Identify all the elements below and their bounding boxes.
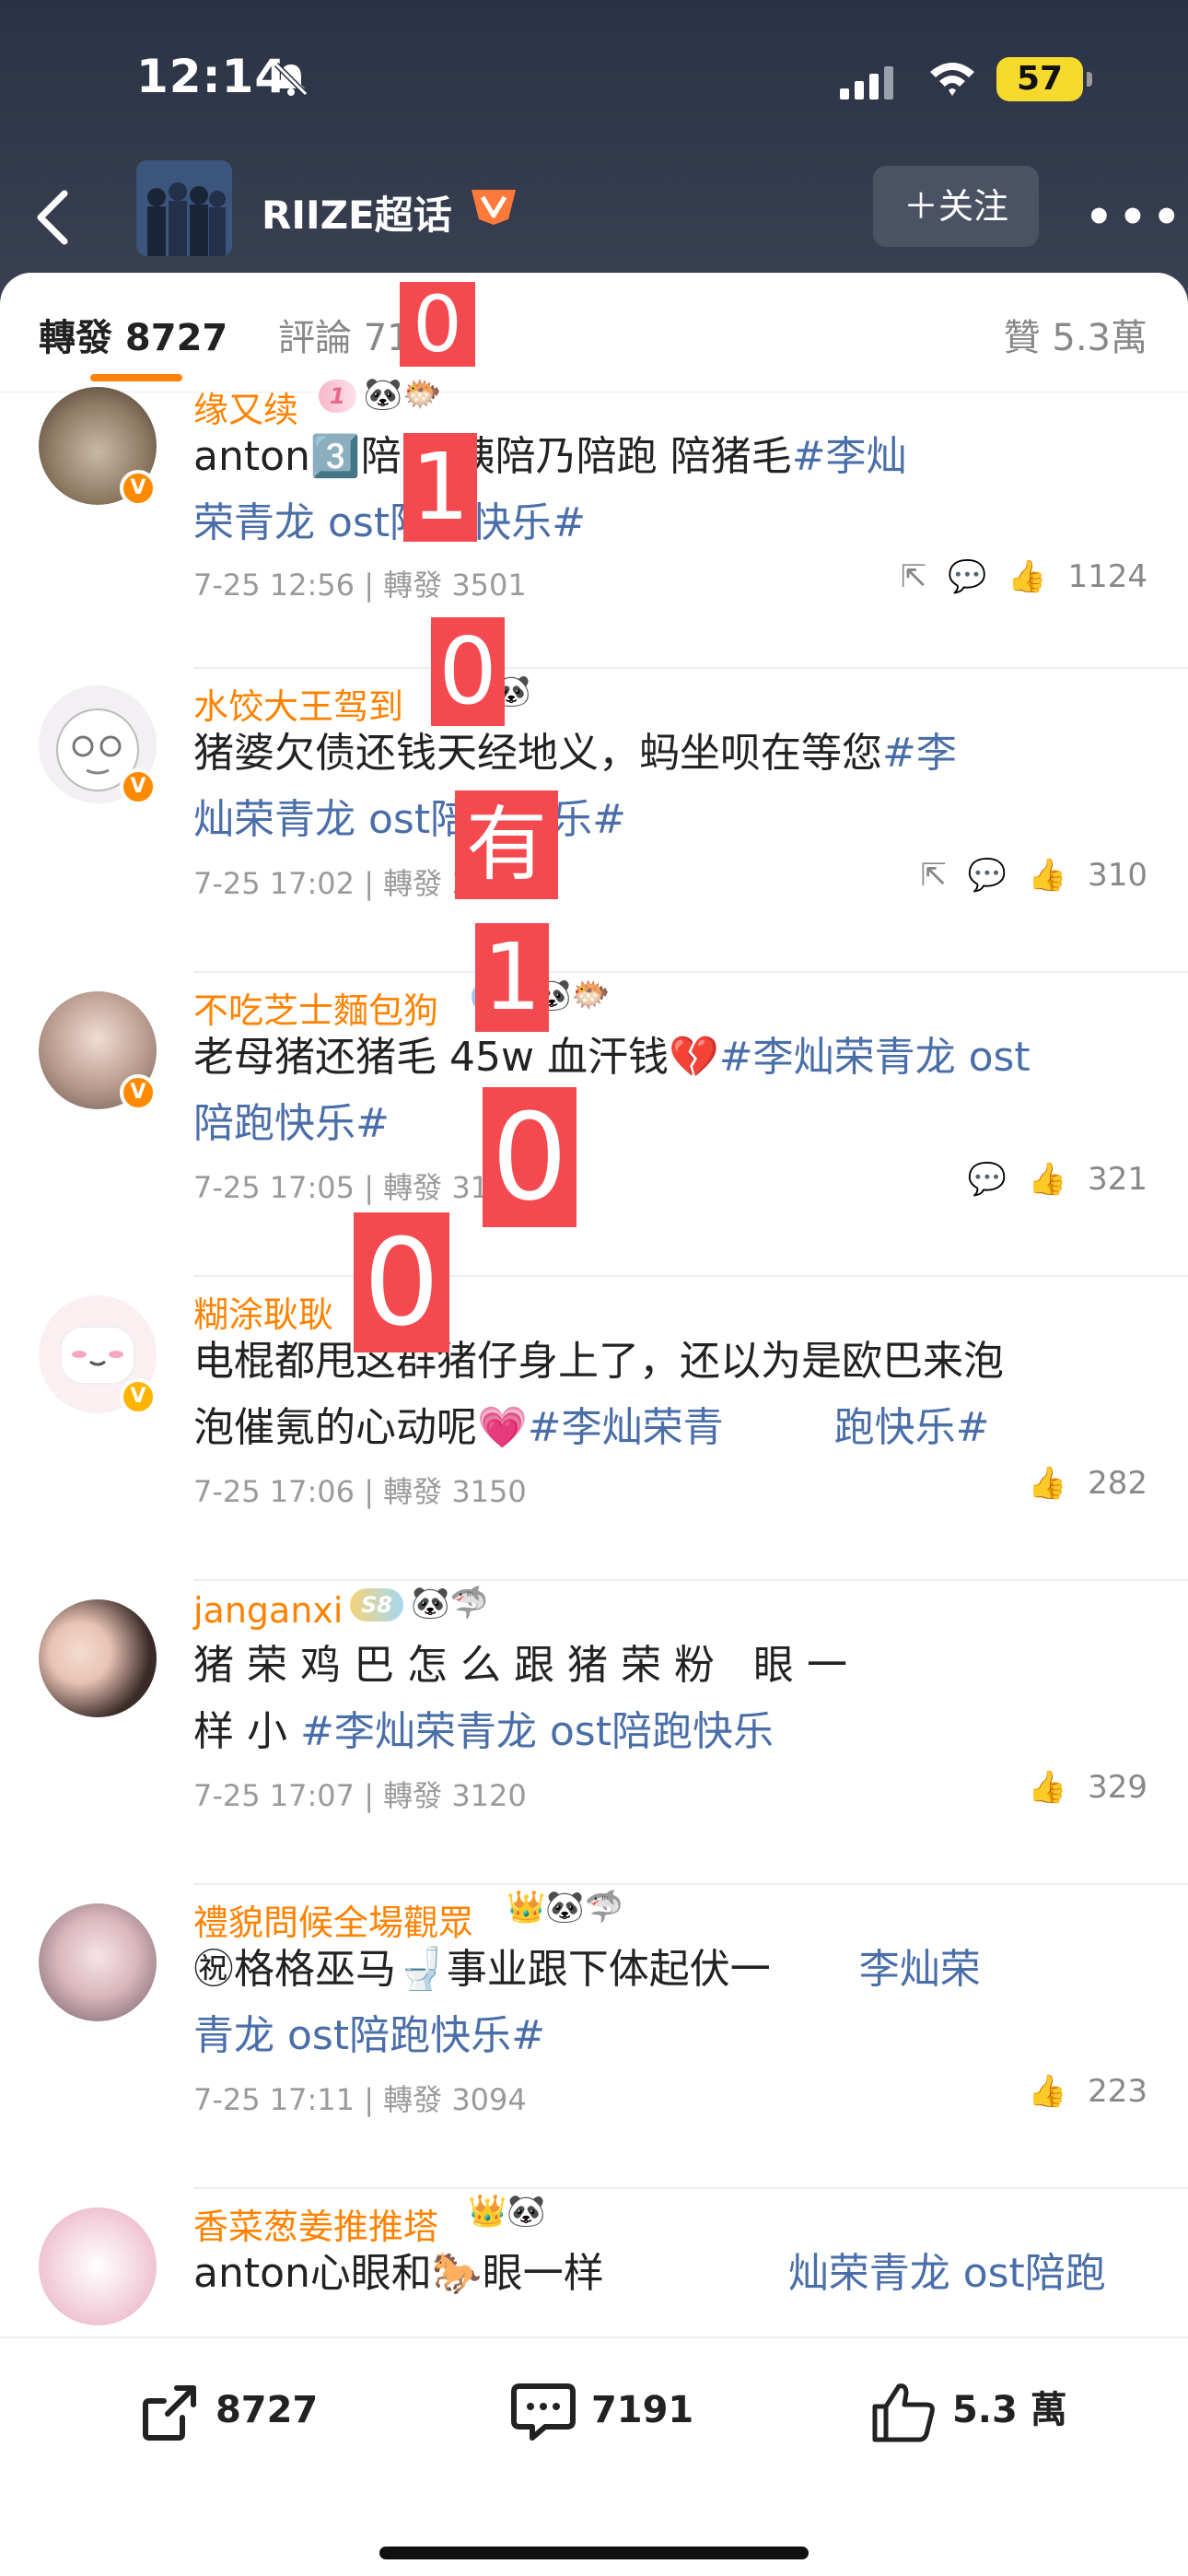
more-options-icon[interactable]: ••• xyxy=(1085,192,1186,243)
overlay-digit: 0 xyxy=(354,1212,449,1352)
silent-bell-icon xyxy=(274,62,309,97)
overlay-digit: 有 xyxy=(455,790,558,899)
level-badge-icon: 1 xyxy=(319,379,356,413)
repost-meta: 7-25 17:06 | 轉發 3150 xyxy=(193,1474,527,1509)
list-item[interactable]: V 糊涂耿耿 S2 电棍都甩这群猪仔身上了，还以为是欧巴来泡 泡催氪的心动呢💗#… xyxy=(0,1277,1188,1581)
like-count: 282 xyxy=(1088,1465,1147,1502)
verified-badge-icon: V xyxy=(120,1378,157,1415)
cellular-signal-icon xyxy=(840,66,893,100)
repost-button[interactable]: 8727 xyxy=(136,2379,318,2445)
overlay-digit: 0 xyxy=(400,282,475,367)
comment-count: 7191 xyxy=(590,2389,694,2431)
verified-badge-icon: V xyxy=(120,768,157,805)
like-icon[interactable]: 👍 xyxy=(1028,2073,1066,2110)
repost-meta: 7-25 17:07 | 轉發 3120 xyxy=(193,1778,527,1813)
user-badges: 👑🐼🦈 xyxy=(507,1889,624,1926)
status-time: 12:14 xyxy=(136,50,288,103)
like-button[interactable]: 5.3 萬 xyxy=(869,2379,1067,2445)
item-actions: ⇱ 💬 👍 1124 xyxy=(890,558,1147,595)
user-badges: S8 🐼🦈 xyxy=(350,1585,489,1622)
follow-button[interactable]: ＋关注 xyxy=(873,166,1039,247)
bottom-action-bar: 8727 7191 5.3 萬 xyxy=(0,2336,1188,2576)
page-title: RIIZE超话 xyxy=(262,193,452,238)
verified-badge-icon: V xyxy=(120,470,157,507)
comment-icon[interactable]: 💬 xyxy=(968,857,1007,894)
item-actions: 👍 282 xyxy=(1017,1465,1147,1502)
repost-meta: 7-25 17:11 | 轉發 3094 xyxy=(193,2082,527,2117)
repost-meta: 7-25 12:56 | 轉發 3501 xyxy=(193,568,527,603)
like-total: 5.3 萬 xyxy=(951,2389,1067,2431)
comment-icon[interactable]: 💬 xyxy=(968,1161,1007,1198)
like-count: 329 xyxy=(1088,1769,1147,1806)
like-icon[interactable]: 👍 xyxy=(1028,1161,1066,1198)
item-actions: 👍 223 xyxy=(1017,2073,1147,2110)
repost-text: anton心眼和🐎眼一样 灿荣青龙 ost陪跑 xyxy=(193,2250,1106,2297)
list-item[interactable]: V 水饺大王驾到 S6🐼 猪婆欠债还钱天经地义，蚂坐呗在等您#李 灿荣青龙 os… xyxy=(0,669,1188,973)
repost-text: 电棍都甩这群猪仔身上了，还以为是欧巴来泡 泡催氪的心动呢💗#李灿荣青 跑快乐# xyxy=(193,1338,1004,1451)
supertopic-badge-icon xyxy=(472,190,516,225)
overlay-digit: 1 xyxy=(403,433,477,542)
avatar[interactable] xyxy=(39,2207,157,2325)
comment-icon[interactable]: 💬 xyxy=(948,558,986,595)
repost-text: 猪荣鸡巴怎么跟猪荣粉 眼一 样小#李灿荣青龙 ost陪跑快乐 xyxy=(193,1642,860,1755)
thumbs-up-icon xyxy=(872,2383,935,2442)
nav-bar: RIIZE超话 ＋关注 ••• xyxy=(0,157,1188,276)
wifi-icon xyxy=(930,63,974,96)
like-icon[interactable]: 👍 xyxy=(1007,558,1046,595)
active-tab-indicator xyxy=(90,374,182,381)
list-item[interactable]: 禮貌問候全場觀眾 👑🐼🦈 ㊗格格巫马🚽事业跟下体起伏一 李灿荣 青龙 ost陪跑快… xyxy=(0,1885,1188,2189)
list-item[interactable]: V 不吃芝士麵包狗 S8🐼🐡 老母猪还猪毛 45w 血汗钱💔#李灿荣青龙 ost… xyxy=(0,973,1188,1277)
status-bar: 12:14 57 xyxy=(0,0,1188,157)
repost-text: ㊗格格巫马🚽事业跟下体起伏一 李灿荣 青龙 ost陪跑快乐# xyxy=(193,1946,981,2059)
like-count: 321 xyxy=(1088,1161,1147,1198)
comment-button[interactable]: 7191 xyxy=(508,2379,693,2445)
list-item[interactable]: V 缘又续 1 🐼🐡 anton3️⃣陪 陪姨陪乃陪跑 陪猪毛#李灿 荣青龙 os… xyxy=(0,376,1188,669)
username[interactable]: janganxi xyxy=(193,1590,343,1631)
repost-text: 老母猪还猪毛 45w 血汗钱💔#李灿荣青龙 ost 陪跑快乐# xyxy=(193,1034,1031,1147)
share-icon[interactable]: ⇱ xyxy=(901,558,927,595)
like-count: 1124 xyxy=(1067,558,1147,595)
avatar[interactable] xyxy=(39,1599,157,1717)
reposts-sheet: 轉發 8727 評論 7191 贊 5.3萬 V 缘又续 1 🐼🐡 anton3️… xyxy=(0,273,1188,2576)
overlay-digit: 1 xyxy=(475,923,549,1032)
like-count: 223 xyxy=(1088,2073,1147,2110)
comment-icon xyxy=(511,2383,576,2441)
avatar[interactable] xyxy=(39,1903,157,2021)
like-icon[interactable]: 👍 xyxy=(1028,1465,1066,1502)
list-item[interactable]: 香菜葱姜推推塔 👑🐼 anton心眼和🐎眼一样 灿荣青龙 ost陪跑 xyxy=(0,2189,1188,2336)
like-count: 310 xyxy=(1088,857,1147,894)
tab-likes[interactable]: 贊 5.3萬 xyxy=(1004,308,1147,361)
like-icon[interactable]: 👍 xyxy=(1028,857,1066,894)
tab-reposts[interactable]: 轉發 8727 xyxy=(39,308,227,361)
verified-badge-icon: V xyxy=(120,1074,157,1111)
tab-bar: 轉發 8727 評論 7191 贊 5.3萬 xyxy=(0,273,1188,392)
item-actions: 👍 329 xyxy=(1017,1769,1147,1806)
item-actions: 💬 👍 321 xyxy=(957,1161,1147,1198)
user-badges: 1 🐼🐡 xyxy=(319,376,441,413)
share-icon xyxy=(143,2385,196,2441)
s8-badge-icon: S8 xyxy=(350,1587,403,1622)
repost-text: anton3️⃣陪 陪姨陪乃陪跑 陪猪毛#李灿 荣青龙 ost陪跑快乐# xyxy=(193,433,907,546)
header-background: 12:14 57 RIIZE超话 ＋关注 ••• xyxy=(0,0,1188,304)
back-arrow-icon[interactable] xyxy=(28,181,83,254)
overlay-digit: 0 xyxy=(483,1087,577,1227)
share-icon[interactable]: ⇱ xyxy=(920,857,947,894)
repost-count: 8727 xyxy=(215,2389,319,2431)
supertopic-avatar[interactable] xyxy=(136,160,232,256)
repost-meta: 7-25 17:05 | 轉發 3180 xyxy=(193,1170,527,1205)
home-indicator xyxy=(379,2547,809,2559)
battery-indicator: 57 xyxy=(996,57,1092,101)
user-badges: 👑🐼 xyxy=(468,2193,546,2230)
overlay-digit: 0 xyxy=(431,617,505,726)
like-icon[interactable]: 👍 xyxy=(1028,1769,1066,1806)
item-actions: ⇱ 💬 👍 310 xyxy=(909,857,1147,894)
repost-text: 猪婆欠债还钱天经地义，蚂坐呗在等您#李 灿荣青龙 ost陪跑快乐# xyxy=(193,730,957,843)
list-item[interactable]: janganxi S8 🐼🦈 猪荣鸡巴怎么跟猪荣粉 眼一 样小#李灿荣青龙 ost… xyxy=(0,1581,1188,1885)
